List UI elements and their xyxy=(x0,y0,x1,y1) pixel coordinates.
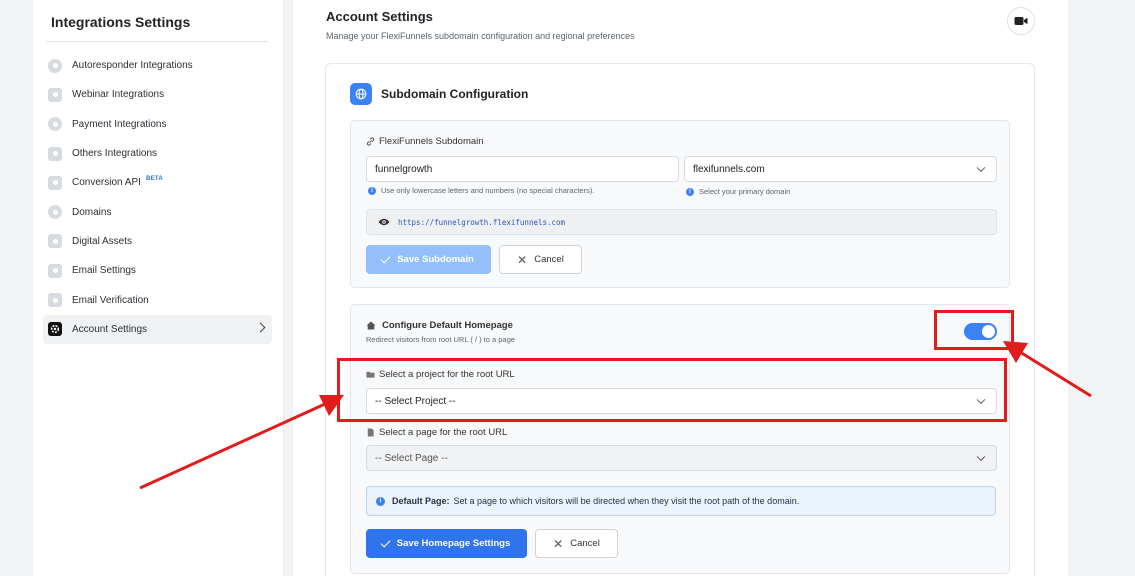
arrow-to-project-select xyxy=(139,395,344,490)
arrow-to-toggle xyxy=(1003,341,1092,398)
annotation-arrows xyxy=(139,341,1092,490)
